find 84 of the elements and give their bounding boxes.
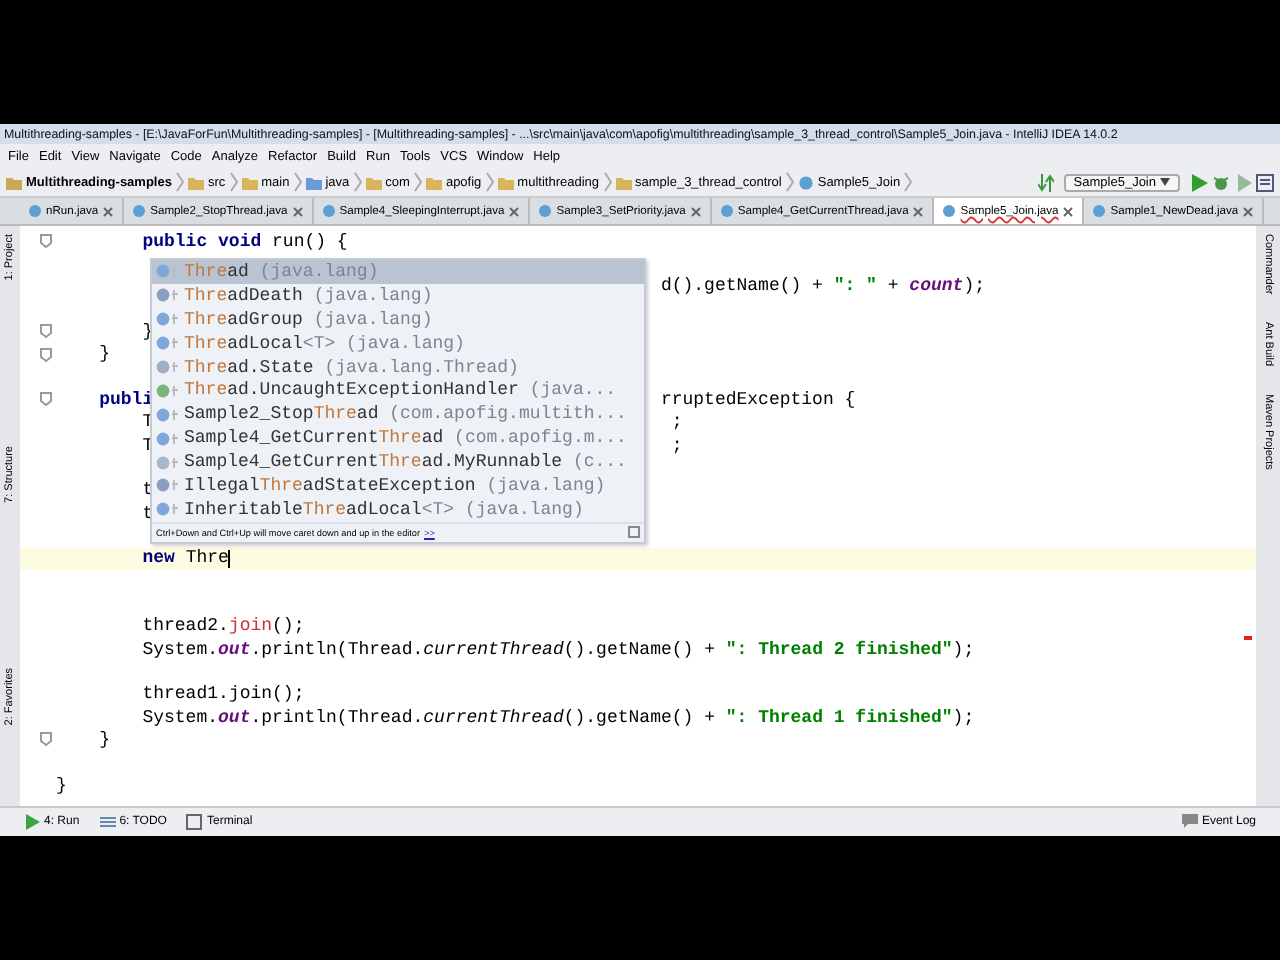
folder-icon	[365, 175, 382, 189]
fold-icon[interactable]	[40, 324, 52, 339]
class-icon	[28, 204, 42, 218]
folder-icon	[615, 175, 631, 189]
code-line: }	[97, 344, 111, 365]
folder-icon	[6, 175, 22, 189]
class-icon	[156, 455, 182, 470]
class-icon	[719, 204, 734, 218]
structure-icon[interactable]	[1256, 173, 1274, 191]
close-icon[interactable]	[508, 205, 521, 217]
chevron-icon	[485, 172, 494, 192]
fold-icon[interactable]	[40, 392, 52, 407]
close-icon[interactable]	[689, 205, 702, 217]
completion-item[interactable]: ThreadDeath (java.lang)	[152, 283, 644, 308]
code-line: }	[97, 729, 111, 750]
completion-item[interactable]: Sample4_GetCurrentThread (com.apofig.m...	[152, 426, 644, 451]
fold-icon[interactable]	[40, 732, 52, 747]
close-icon[interactable]	[291, 205, 304, 217]
close-icon[interactable]	[1062, 205, 1075, 217]
folder-icon	[305, 175, 322, 189]
class-icon	[156, 383, 182, 398]
class-icon	[156, 478, 182, 493]
folder-icon	[187, 175, 204, 189]
class-icon	[156, 431, 182, 446]
terminal-icon	[186, 814, 203, 830]
chevron-icon	[785, 172, 794, 192]
completion-item[interactable]: InheritableThreadLocal<T> (java.lang)	[152, 497, 644, 522]
class-icon	[156, 407, 182, 422]
close-icon[interactable]	[102, 205, 115, 217]
class-icon	[1092, 204, 1107, 218]
list-icon	[99, 814, 116, 830]
code-line: new Thre	[140, 548, 231, 569]
sort-icon[interactable]	[1037, 173, 1054, 191]
chevron-icon	[229, 172, 238, 192]
code-line: System.out.println(Thread.currentThread().getName() + ": Thread 1 finished");	[140, 707, 975, 728]
completion-item[interactable]: Sample2_StopThread (com.apofig.multith...	[152, 402, 644, 427]
code-line: System.out.println(Thread.currentThread().getName() + ": Thread 2 finished");	[140, 639, 975, 660]
class-icon	[156, 360, 182, 374]
folder-icon	[425, 175, 442, 189]
chevron-icon	[413, 172, 422, 192]
class-icon	[538, 204, 553, 218]
completion-item[interactable]: Sample4_GetCurrentThread.MyRunnable (c...	[152, 450, 644, 475]
completion-item[interactable]: Thread.UncaughtExceptionHandler (java...	[152, 378, 644, 403]
run-icon	[24, 814, 40, 830]
dropdown-caret-icon	[1160, 178, 1170, 186]
code-line: thread2.join();	[140, 616, 305, 637]
completion-item[interactable]: ThreadGroup (java.lang)	[152, 307, 644, 332]
chat-icon	[1181, 814, 1198, 830]
debug-icon[interactable]	[1212, 173, 1230, 191]
code-line: ;	[669, 412, 683, 433]
class-icon	[156, 288, 182, 303]
folder-icon	[497, 175, 514, 189]
class-icon	[942, 204, 957, 218]
class-icon	[156, 264, 182, 279]
completion-item[interactable]: IllegalThreadStateException (java.lang)	[152, 474, 644, 498]
folder-icon	[241, 175, 258, 189]
chevron-icon	[603, 172, 611, 192]
code-line: }	[56, 775, 67, 796]
code-line: public void run() {	[140, 231, 348, 252]
code-line: thread1.join();	[140, 684, 305, 705]
code-line: publi	[97, 389, 154, 410]
chevron-icon	[293, 172, 302, 192]
run-icon[interactable]	[1190, 173, 1208, 191]
close-icon[interactable]	[912, 205, 925, 217]
chevron-icon	[353, 172, 362, 192]
fold-icon[interactable]	[40, 234, 52, 249]
class-icon	[132, 204, 147, 218]
chevron-icon	[175, 172, 184, 192]
completion-item[interactable]: ThreadLocal<T> (java.lang)	[152, 331, 644, 356]
close-icon[interactable]	[1242, 205, 1255, 217]
class-icon	[156, 336, 182, 351]
completion-item[interactable]: Thread.State (java.lang.Thread)	[152, 355, 644, 379]
class-icon	[321, 204, 336, 218]
fold-icon[interactable]	[40, 347, 52, 362]
code-line: }	[140, 321, 154, 342]
pin-icon[interactable]	[628, 526, 640, 539]
code-line: d().getName() + ": " + count);	[660, 276, 985, 297]
code-line: ;	[669, 435, 683, 456]
code-line: rruptedException {	[660, 389, 856, 410]
class-icon	[797, 175, 814, 189]
completion-item[interactable]: Thread (java.lang)	[152, 260, 644, 284]
class-icon	[156, 502, 182, 517]
chevron-icon	[904, 172, 913, 192]
class-icon	[156, 312, 182, 327]
